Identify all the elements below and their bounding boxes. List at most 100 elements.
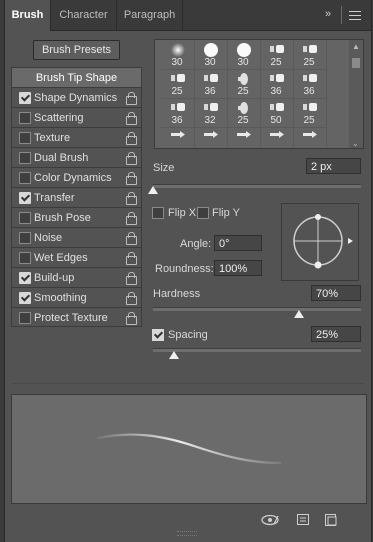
spacing-slider-handle[interactable] xyxy=(168,351,179,359)
brush-tip-cell[interactable]: 25 xyxy=(293,40,327,70)
brush-option-noise[interactable]: Noise xyxy=(11,227,142,247)
angle-input[interactable]: 0° xyxy=(214,235,262,251)
lock-icon[interactable] xyxy=(126,112,137,125)
hamburger-menu-icon[interactable] xyxy=(349,11,361,21)
size-slider-track[interactable] xyxy=(153,184,361,188)
brush-tip-cell[interactable]: 36 xyxy=(260,69,294,99)
option-checkbox[interactable] xyxy=(19,312,31,324)
option-checkbox[interactable] xyxy=(19,292,31,304)
grid-panel-icon[interactable] xyxy=(297,514,309,528)
size-slider-handle[interactable] xyxy=(148,186,158,194)
brush-option-shape-dynamics[interactable]: Shape Dynamics xyxy=(11,87,142,107)
lock-icon[interactable] xyxy=(126,92,137,105)
option-label: Brush Pose xyxy=(34,212,91,224)
brush-tip-cell[interactable]: 30 xyxy=(194,40,228,70)
option-checkbox[interactable] xyxy=(19,212,31,224)
tab-character[interactable]: Character xyxy=(51,0,117,30)
brush-tip-flat-icon xyxy=(170,72,186,87)
stroke-preview-image xyxy=(96,433,282,465)
option-checkbox[interactable] xyxy=(19,152,31,164)
lock-icon[interactable] xyxy=(126,152,137,165)
resize-grip[interactable] xyxy=(177,531,197,536)
brush-option-protect-texture[interactable]: Protect Texture xyxy=(11,307,142,327)
lock-icon[interactable] xyxy=(126,312,137,325)
brush-tip-cell[interactable]: 30 xyxy=(161,40,195,70)
hardness-slider-track[interactable] xyxy=(153,307,361,311)
brush-tip-cell[interactable] xyxy=(227,127,261,148)
brush-tip-flat-icon xyxy=(170,101,186,116)
option-checkbox[interactable] xyxy=(19,172,31,184)
brush-tip-cell[interactable]: 36 xyxy=(194,69,228,99)
option-checkbox[interactable] xyxy=(19,272,31,284)
lock-icon[interactable] xyxy=(126,212,137,225)
option-label: Smoothing xyxy=(34,292,87,304)
lock-icon[interactable] xyxy=(126,132,137,145)
option-checkbox[interactable] xyxy=(19,232,31,244)
flip-x-checkbox[interactable] xyxy=(152,207,164,219)
brush-tip-cell[interactable]: 25 xyxy=(260,40,294,70)
angle-roundness-widget[interactable] xyxy=(281,203,359,281)
brush-tip-cell[interactable]: 25 xyxy=(161,69,195,99)
brush-tip-cell[interactable]: 25 xyxy=(227,69,261,99)
scroll-thumb[interactable] xyxy=(352,58,360,68)
spacing-checkbox[interactable] xyxy=(152,329,164,341)
option-checkbox[interactable] xyxy=(19,252,31,264)
flip-y-checkbox[interactable] xyxy=(197,207,209,219)
brush-option-smoothing[interactable]: Smoothing xyxy=(11,287,142,307)
brush-option-texture[interactable]: Texture xyxy=(11,127,142,147)
brush-option-dual-brush[interactable]: Dual Brush xyxy=(11,147,142,167)
option-checkbox[interactable] xyxy=(19,92,31,104)
visibility-toggle-icon[interactable] xyxy=(261,514,279,529)
brush-options-list: Brush Tip Shape Shape Dynamics Scattering… xyxy=(11,67,142,327)
lock-icon[interactable] xyxy=(126,272,137,285)
option-checkbox[interactable] xyxy=(19,112,31,124)
brush-tip-cell[interactable]: 36 xyxy=(161,98,195,128)
option-checkbox[interactable] xyxy=(19,132,31,144)
option-label: Scattering xyxy=(34,112,84,124)
hardness-label: Hardness xyxy=(153,288,201,300)
brush-option-transfer[interactable]: Transfer xyxy=(11,187,142,207)
brush-option-color-dynamics[interactable]: Color Dynamics xyxy=(11,167,142,187)
brush-tip-cell[interactable]: 30 xyxy=(227,40,261,70)
tab-paragraph[interactable]: Paragraph xyxy=(117,0,183,30)
new-preset-icon[interactable] xyxy=(325,514,337,529)
scroll-up-icon[interactable]: ▲ xyxy=(352,42,360,51)
brush-tip-cell[interactable] xyxy=(293,127,327,148)
chevron-down-icon[interactable]: ⌄ xyxy=(352,139,359,148)
option-label: Shape Dynamics xyxy=(34,92,118,104)
brush-tip-cell[interactable]: 32 xyxy=(194,98,228,128)
brush-tip-cell[interactable]: 25 xyxy=(293,98,327,128)
brush-tip-cell[interactable]: 36 xyxy=(293,69,327,99)
hardness-input[interactable]: 70% xyxy=(311,285,361,301)
brush-option-brush-pose[interactable]: Brush Pose xyxy=(11,207,142,227)
tab-brush[interactable]: Brush xyxy=(5,0,51,31)
size-input[interactable]: 2 px xyxy=(306,158,361,174)
option-label: Dual Brush xyxy=(34,152,89,164)
spacing-input[interactable]: 25% xyxy=(311,326,361,342)
brush-tip-size: 25 xyxy=(237,115,249,126)
option-checkbox[interactable] xyxy=(19,192,31,204)
tip-grid-scrollbar[interactable]: ▲ ⌄ xyxy=(349,40,363,148)
angle-label: Angle: xyxy=(180,238,212,250)
lock-icon[interactable] xyxy=(126,232,137,245)
lock-icon[interactable] xyxy=(126,252,137,265)
brush-presets-button[interactable]: Brush Presets xyxy=(33,40,120,60)
brush-tip-cell[interactable]: 25 xyxy=(227,98,261,128)
brush-tip-cell[interactable] xyxy=(260,127,294,148)
spacing-slider-track[interactable] xyxy=(153,348,361,352)
lock-icon[interactable] xyxy=(126,172,137,185)
brush-tip-cell[interactable] xyxy=(194,127,228,148)
lock-icon[interactable] xyxy=(126,292,137,305)
spacing-label: Spacing xyxy=(168,329,208,341)
lock-icon[interactable] xyxy=(126,192,137,205)
roundness-input[interactable]: 100% xyxy=(214,260,262,276)
brush-option-build-up[interactable]: Build-up xyxy=(11,267,142,287)
roundness-label: Roundness: xyxy=(155,263,214,275)
brush-tip-shape-item[interactable]: Brush Tip Shape xyxy=(11,67,142,87)
brush-option-scattering[interactable]: Scattering xyxy=(11,107,142,127)
hardness-slider-handle[interactable] xyxy=(293,310,304,318)
brush-option-wet-edges[interactable]: Wet Edges xyxy=(11,247,142,267)
brush-tip-cell[interactable] xyxy=(161,127,195,148)
collapse-icon[interactable]: » xyxy=(325,8,331,20)
brush-tip-cell[interactable]: 50 xyxy=(260,98,294,128)
